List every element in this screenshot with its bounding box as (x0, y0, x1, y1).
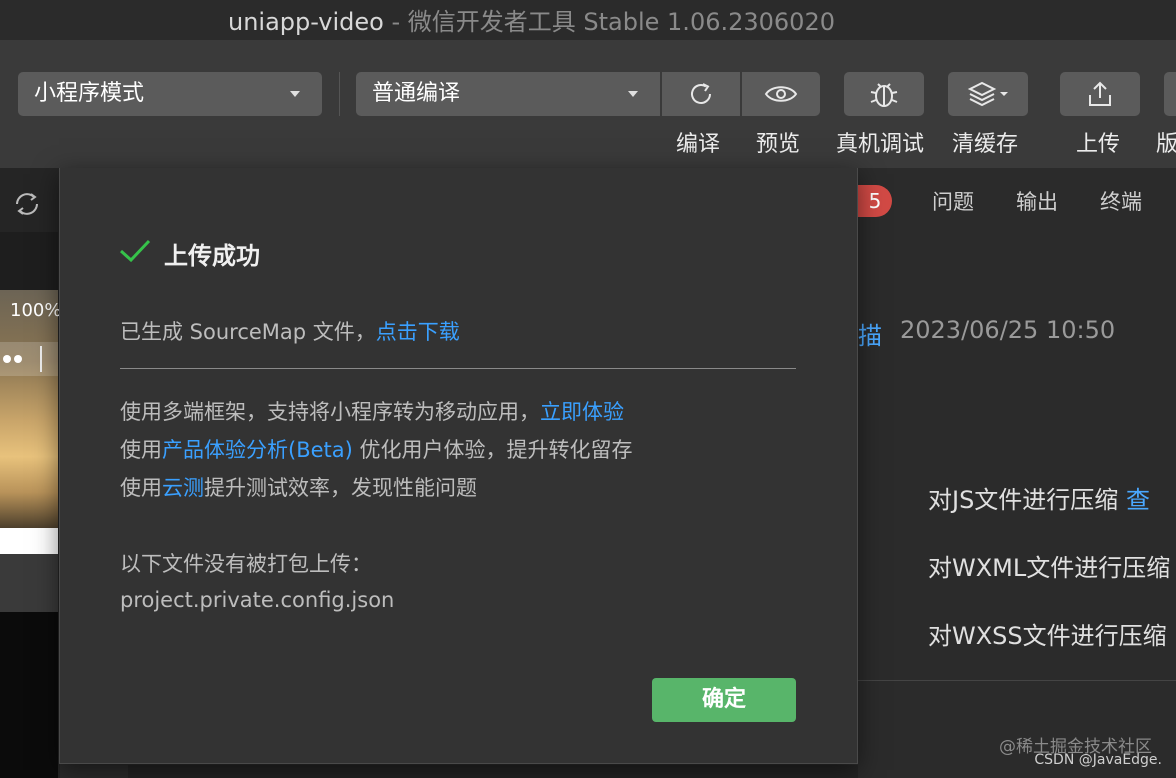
layers-icon (967, 81, 1008, 107)
tab-output[interactable]: 输出 (1016, 186, 1058, 216)
unpacked-file: project.private.config.json (120, 588, 395, 612)
window-title-sep: - (383, 8, 408, 36)
upload-timestamp: 2023/06/25 10:50 (900, 316, 1116, 344)
compile-select-value: 普通编译 (372, 81, 461, 106)
upload-button[interactable] (1060, 72, 1140, 116)
unpacked-heading: 以下文件没有被打包上传： (120, 552, 372, 576)
tab-problems[interactable]: 问题 (932, 186, 974, 216)
bug-icon (870, 83, 898, 107)
version-label: 版 (1156, 132, 1176, 157)
refresh-icon (691, 83, 711, 104)
console-divider (858, 680, 1176, 681)
promo-multiplatform-text: 使用多端框架，支持将小程序转为移动应用， (120, 400, 540, 424)
clear-cache-label: 清缓存 (952, 132, 1019, 157)
mode-select-value: 小程序模式 (34, 81, 145, 106)
toolbar-separator (339, 72, 340, 116)
promo-analytics-prefix: 使用 (120, 438, 162, 462)
scan-link[interactable]: 描 (858, 316, 882, 351)
compile-label: 编译 (676, 132, 721, 157)
promo-analytics: 使用产品体验分析(Beta) 优化用户体验，提升转化留存 (120, 434, 633, 464)
promo-analytics-suffix: 优化用户体验，提升转化留存 (352, 438, 633, 462)
chevron-down-icon (290, 91, 300, 97)
toolbar: 小程序模式 普通编译 编译 预览 真机调试 清缓存 上传 版 (0, 40, 1176, 168)
title-bar: uniapp-video - 微信开发者工具 Stable 1.06.23060… (0, 0, 1176, 40)
confirm-button[interactable]: 确定 (652, 678, 796, 722)
zoom-level: 100% (10, 300, 62, 321)
sync-icon[interactable] (12, 189, 42, 219)
compress-js-text: 对JS文件进行压缩 (928, 486, 1126, 514)
simulator-bottom (0, 612, 58, 778)
problem-count-badge: 5 (858, 185, 892, 217)
remote-debug-button[interactable] (844, 72, 924, 116)
simulator-tabbar (0, 528, 58, 554)
promo-multiplatform: 使用多端框架，支持将小程序转为移动应用，立即体验 (120, 396, 624, 426)
compile-select[interactable]: 普通编译 (356, 72, 660, 116)
promo-cloud-test: 使用云测提升测试效率，发现性能问题 (120, 472, 477, 502)
analytics-beta-link[interactable]: 产品体验分析(Beta) (162, 438, 353, 462)
video-thumbnail (0, 290, 58, 528)
eye-icon (764, 86, 798, 102)
clear-cache-button[interactable] (948, 72, 1028, 116)
preview-button[interactable] (742, 72, 820, 116)
tab-terminal[interactable]: 终端 (1100, 186, 1142, 216)
sourcemap-text: 已生成 SourceMap 文件， (120, 320, 376, 344)
promo-cloud-suffix: 提升测试效率，发现性能问题 (204, 476, 477, 500)
capsule-menu[interactable] (0, 342, 58, 376)
check-icon (119, 239, 151, 263)
chevron-down-icon (628, 91, 638, 97)
mode-select[interactable]: 小程序模式 (18, 72, 322, 116)
compress-wxml-item: 对WXML文件进行压缩 (928, 554, 1171, 582)
dialog-divider (120, 368, 796, 369)
simulator-footer (0, 554, 58, 612)
preview-label: 预览 (756, 132, 801, 157)
promo-cloud-prefix: 使用 (120, 476, 162, 500)
sourcemap-download-link[interactable]: 点击下载 (376, 320, 460, 344)
upload-icon (1089, 81, 1111, 106)
sourcemap-line: 已生成 SourceMap 文件，点击下载 (120, 316, 460, 346)
compile-button[interactable] (662, 72, 740, 116)
compress-js-item: 对JS文件进行压缩 查 (928, 480, 1150, 515)
simulator-header (0, 232, 58, 290)
try-now-link[interactable]: 立即体验 (540, 400, 624, 424)
compress-js-link[interactable]: 查 (1126, 486, 1150, 514)
dialog-title: 上传成功 (164, 242, 260, 270)
cloud-test-link[interactable]: 云测 (162, 476, 204, 500)
remote-debug-label: 真机调试 (836, 132, 925, 157)
upload-label: 上传 (1076, 132, 1121, 157)
compress-wxss-item: 对WXSS文件进行压缩 (928, 622, 1167, 650)
window-title-tool: 微信开发者工具 Stable 1.06.2306020 (407, 8, 835, 36)
window-title-app: uniapp-video (228, 8, 384, 36)
console-panel (858, 168, 1176, 778)
watermark-csdn: CSDN @JavaEdge. (1034, 752, 1162, 768)
version-button[interactable] (1164, 72, 1176, 116)
window-title: uniapp-video - 微信开发者工具 Stable 1.06.23060… (228, 2, 835, 37)
